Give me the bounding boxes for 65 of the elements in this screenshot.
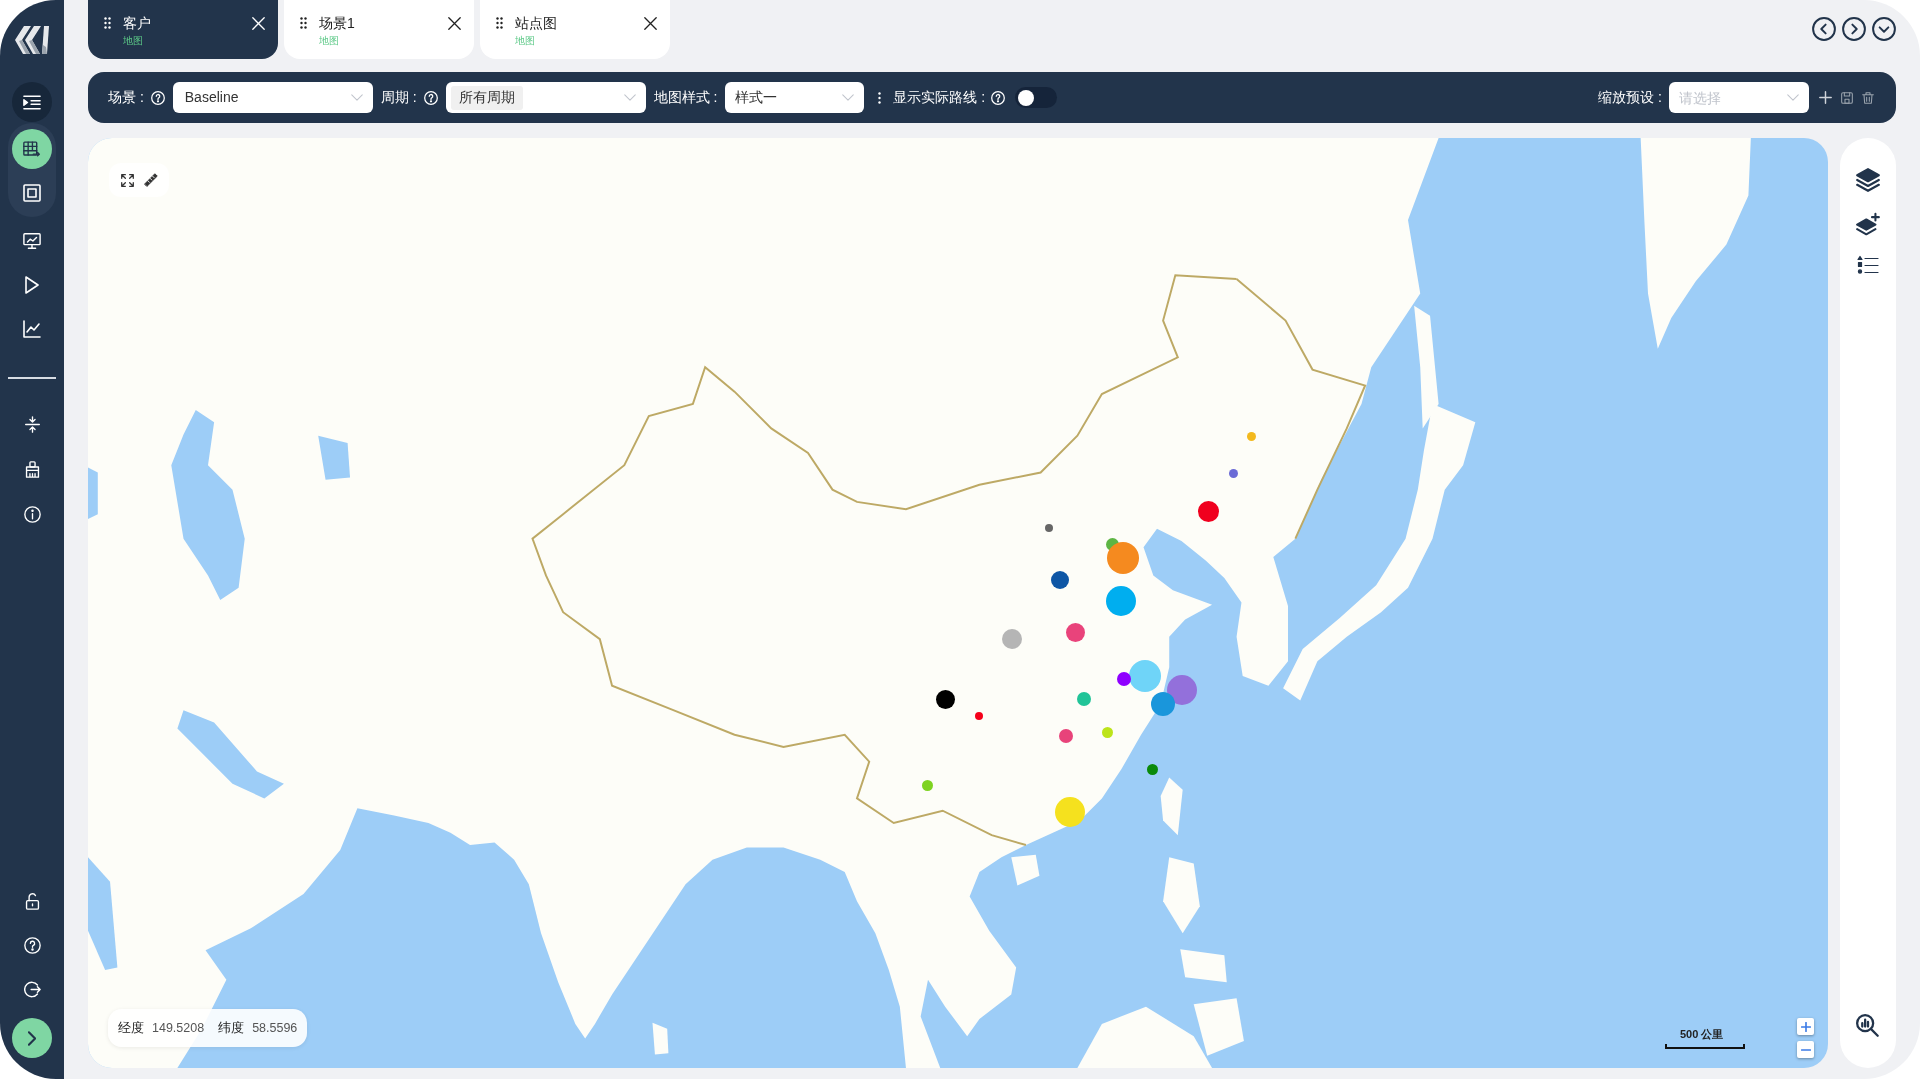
info-icon[interactable] <box>23 505 41 523</box>
logout-icon[interactable] <box>23 980 41 998</box>
tab[interactable]: 场景1 地图 <box>284 0 474 59</box>
zoom-preset-label: 缩放预设 : <box>1598 88 1662 107</box>
latitude-value: 58.5596 <box>252 1019 298 1037</box>
chevron-right-icon <box>28 1030 36 1046</box>
zoom-out-button[interactable] <box>1797 1041 1814 1058</box>
actual-routes-label: 显示实际路线 : <box>893 88 986 107</box>
close-icon[interactable] <box>448 17 461 30</box>
table-icon <box>23 140 41 158</box>
help-icon[interactable] <box>423 90 438 105</box>
logo-icon <box>14 25 50 55</box>
drag-handle-icon[interactable] <box>300 17 307 29</box>
period-label: 周期 : <box>380 88 417 107</box>
actual-routes-toggle[interactable] <box>1015 87 1058 108</box>
chevron-down-icon <box>842 94 855 101</box>
legend-list-icon[interactable] <box>1857 255 1879 275</box>
vertical-dots-icon[interactable] <box>878 91 882 104</box>
longitude-label: 经度 <box>118 1019 144 1037</box>
collapse-menu-button[interactable] <box>12 82 52 122</box>
minus-icon <box>1800 1048 1811 1051</box>
circle-chevron-right-icon[interactable] <box>1842 17 1866 41</box>
chevron-down-icon <box>1787 94 1799 101</box>
scenario-label: 场景 : <box>108 88 144 107</box>
close-icon[interactable] <box>644 17 657 30</box>
table-button[interactable] <box>12 129 52 169</box>
save-icon[interactable] <box>1841 91 1853 104</box>
brush-icon[interactable] <box>23 460 41 478</box>
period-select[interactable]: 所有周期 <box>445 82 646 113</box>
fullscreen-icon[interactable] <box>120 173 134 187</box>
play-icon <box>23 276 41 294</box>
chevron-down-icon <box>623 94 636 101</box>
plus-icon[interactable] <box>1819 91 1832 104</box>
drag-handle-icon[interactable] <box>496 17 503 29</box>
circle-chevron-left-icon[interactable] <box>1812 17 1836 41</box>
map-style-select[interactable]: 样式一 <box>725 82 865 113</box>
tab[interactable]: 站点图 地图 <box>480 0 670 59</box>
drag-handle-icon[interactable] <box>104 17 111 29</box>
line-chart-icon <box>23 320 41 338</box>
latitude-label: 纬度 <box>218 1019 245 1037</box>
map-style-label: 地图样式 : <box>653 88 718 107</box>
menu-indent-icon <box>23 94 41 110</box>
help-icon[interactable] <box>150 90 165 105</box>
help-icon[interactable] <box>991 90 1006 105</box>
overlapping-squares-icon <box>23 184 41 202</box>
unlock-icon[interactable] <box>23 892 41 910</box>
compress-vertical-icon[interactable] <box>23 415 41 433</box>
zoom-in-button[interactable] <box>1797 1018 1814 1035</box>
chart-search-icon[interactable] <box>1856 1014 1880 1038</box>
circle-chevron-down-icon[interactable] <box>1872 17 1896 41</box>
tab[interactable]: 客户 地图 <box>88 0 278 59</box>
help-icon[interactable] <box>23 936 41 954</box>
plus-icon <box>1800 1021 1811 1032</box>
add-layer-icon[interactable] <box>1856 212 1880 236</box>
presentation-chart-icon <box>23 232 41 250</box>
period-tag: 所有周期 <box>450 85 523 110</box>
layers-icon[interactable] <box>1856 168 1880 192</box>
zoom-preset-select[interactable]: 请选择 <box>1669 82 1809 113</box>
ruler-icon[interactable] <box>143 173 158 187</box>
longitude-value: 149.5208 <box>152 1019 205 1037</box>
chevron-down-icon <box>350 94 363 101</box>
expand-sidebar-button[interactable] <box>12 1018 52 1058</box>
trash-icon[interactable] <box>1862 91 1874 104</box>
scale-label: 500 公里 <box>1680 1028 1724 1041</box>
scenario-select[interactable]: Baseline <box>172 82 373 113</box>
